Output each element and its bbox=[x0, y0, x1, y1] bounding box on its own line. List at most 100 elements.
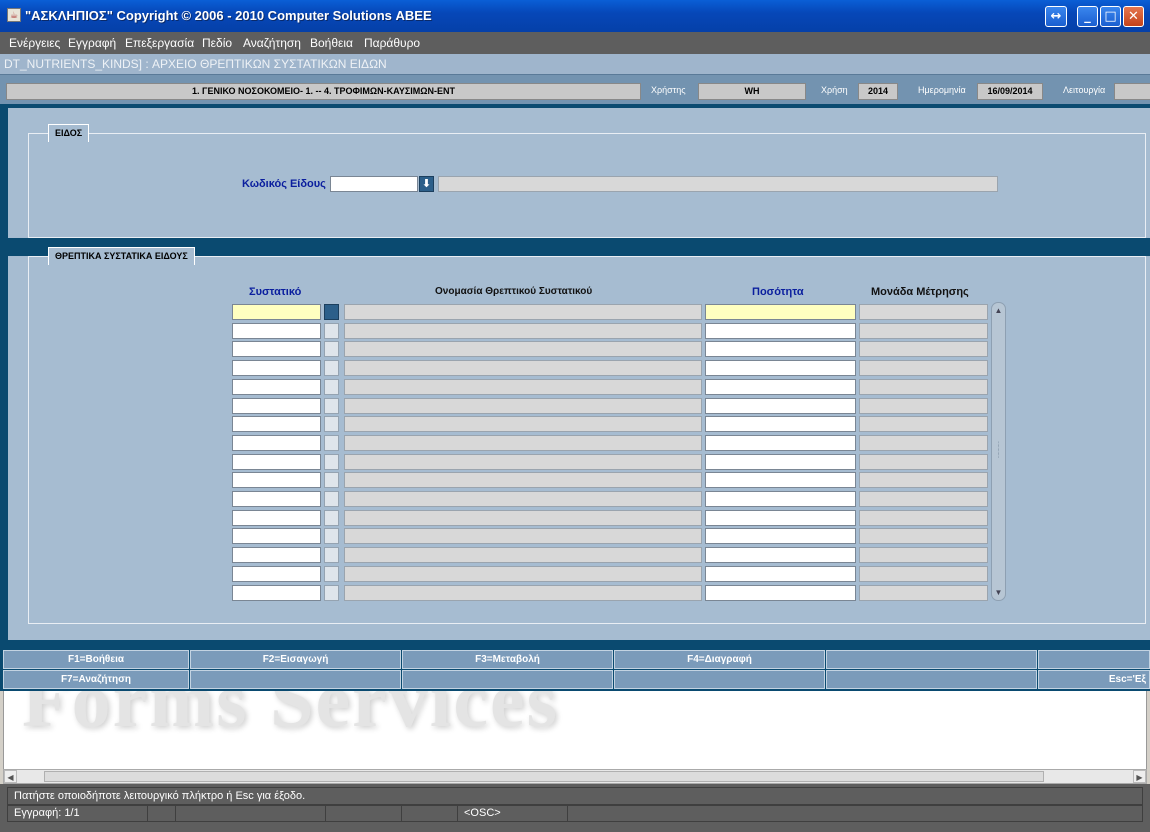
component-input[interactable] bbox=[232, 323, 321, 339]
component-lov-icon[interactable]: ⬇ bbox=[324, 491, 339, 507]
f1-help-button[interactable]: F1=Βοήθεια bbox=[3, 650, 189, 669]
function-key-empty[interactable] bbox=[1038, 650, 1150, 669]
column-quantity: Ποσότητα bbox=[752, 286, 804, 298]
component-lov-icon[interactable]: ⬇ bbox=[324, 360, 339, 376]
horizontal-scrollbar[interactable]: ◀ ▶ bbox=[3, 769, 1147, 784]
quantity-input[interactable] bbox=[705, 416, 856, 432]
component-lov-icon[interactable]: ⬇ bbox=[324, 585, 339, 601]
scroll-thumb[interactable] bbox=[44, 771, 1044, 782]
menu-record[interactable]: Εγγραφή bbox=[68, 36, 116, 50]
function-key-empty[interactable] bbox=[402, 670, 613, 689]
menu-help[interactable]: Βοήθεια bbox=[310, 36, 353, 50]
component-input[interactable] bbox=[232, 360, 321, 376]
item-code-label: Κωδικός Είδους bbox=[242, 178, 326, 190]
nutrient-name-field bbox=[344, 528, 702, 544]
quantity-input[interactable] bbox=[705, 472, 856, 488]
component-lov-icon[interactable]: ⬇ bbox=[324, 566, 339, 582]
nutrient-name-field bbox=[344, 510, 702, 526]
nutrient-name-field bbox=[344, 585, 702, 601]
component-input[interactable] bbox=[232, 304, 321, 320]
quantity-input[interactable] bbox=[705, 398, 856, 414]
form-subtitle: DT_NUTRIENTS_KINDS] : ΑΡΧΕΙΟ ΘΡΕΠΤΙΚΩΝ Σ… bbox=[4, 57, 387, 71]
item-code-input[interactable] bbox=[330, 176, 418, 192]
quantity-input[interactable] bbox=[705, 304, 856, 320]
menu-search[interactable]: Αναζήτηση bbox=[243, 36, 301, 50]
minimize-icon[interactable]: _ bbox=[1077, 6, 1098, 27]
component-input[interactable] bbox=[232, 454, 321, 470]
quantity-input[interactable] bbox=[705, 379, 856, 395]
component-input[interactable] bbox=[232, 547, 321, 563]
component-input[interactable] bbox=[232, 472, 321, 488]
component-lov-icon[interactable]: ⬇ bbox=[324, 510, 339, 526]
quantity-input[interactable] bbox=[705, 323, 856, 339]
scroll-down-icon[interactable]: ▼ bbox=[992, 586, 1005, 599]
f2-insert-button[interactable]: F2=Εισαγωγή bbox=[190, 650, 401, 669]
info-bar: 1. ΓΕΝΙΚΟ ΝΟΣΟΚΟΜΕΙΟ- 1. -- 4. ΤΡΟΦΙΜΩΝ-… bbox=[0, 74, 1150, 104]
background-area: Forms Services bbox=[3, 691, 1147, 769]
f7-search-button[interactable]: F7=Αναζήτηση bbox=[3, 670, 189, 689]
component-lov-icon[interactable]: ⬇ bbox=[324, 341, 339, 357]
component-input[interactable] bbox=[232, 528, 321, 544]
scroll-grip-icon[interactable]: ⁞ ⁞ ⁞ ⁞ bbox=[992, 442, 1005, 460]
component-lov-icon[interactable]: ⬇ bbox=[324, 416, 339, 432]
quantity-input[interactable] bbox=[705, 510, 856, 526]
component-input[interactable] bbox=[232, 585, 321, 601]
function-key-empty[interactable] bbox=[826, 650, 1037, 669]
component-lov-icon[interactable]: ⬇ bbox=[324, 379, 339, 395]
window-title-bar[interactable]: ☕ "ΑΣΚΛΗΠΙΟΣ" Copyright © 2006 - 2010 Co… bbox=[0, 0, 1150, 32]
component-input[interactable] bbox=[232, 341, 321, 357]
quantity-input[interactable] bbox=[705, 491, 856, 507]
record-counter: Εγγραφή: 1/1 bbox=[8, 806, 148, 821]
component-lov-icon[interactable]: ⬇ bbox=[324, 323, 339, 339]
user-field: WH bbox=[698, 83, 806, 100]
function-key-empty[interactable] bbox=[614, 670, 825, 689]
scroll-right-icon[interactable]: ▶ bbox=[1133, 770, 1146, 783]
quantity-input[interactable] bbox=[705, 435, 856, 451]
quantity-input[interactable] bbox=[705, 360, 856, 376]
component-input[interactable] bbox=[232, 379, 321, 395]
component-input[interactable] bbox=[232, 398, 321, 414]
component-lov-icon[interactable]: ⬇ bbox=[324, 454, 339, 470]
component-input[interactable] bbox=[232, 510, 321, 526]
unit-field bbox=[859, 472, 988, 488]
f3-modify-button[interactable]: F3=Μεταβολή bbox=[402, 650, 613, 669]
quantity-input[interactable] bbox=[705, 547, 856, 563]
f4-delete-button[interactable]: F4=Διαγραφή bbox=[614, 650, 825, 669]
status-bar: Πατήστε οποιοδήποτε λειτουργικό πλήκτρο … bbox=[0, 784, 1150, 832]
esc-exit-button[interactable]: Esc='Εξ bbox=[1038, 670, 1150, 689]
menu-edit[interactable]: Επεξεργασία bbox=[125, 36, 194, 50]
menu-actions[interactable]: Ενέργειες bbox=[9, 36, 60, 50]
quantity-input[interactable] bbox=[705, 454, 856, 470]
component-lov-icon[interactable]: ⬇ bbox=[324, 547, 339, 563]
close-icon[interactable]: ✕ bbox=[1123, 6, 1144, 27]
unit-field bbox=[859, 416, 988, 432]
item-code-lov-icon[interactable]: ⬇ bbox=[419, 176, 434, 192]
component-lov-icon[interactable]: ⬇ bbox=[324, 435, 339, 451]
quantity-input[interactable] bbox=[705, 585, 856, 601]
function-key-empty[interactable] bbox=[190, 670, 401, 689]
component-lov-icon[interactable]: ⬇ bbox=[324, 304, 339, 320]
maximize-icon[interactable]: □ bbox=[1100, 6, 1121, 27]
menu-window[interactable]: Παράθυρο bbox=[364, 36, 420, 50]
component-input[interactable] bbox=[232, 416, 321, 432]
grid-vertical-scrollbar[interactable]: ▲ ⁞ ⁞ ⁞ ⁞ ▼ bbox=[991, 302, 1006, 601]
component-lov-icon[interactable]: ⬇ bbox=[324, 528, 339, 544]
resize-arrows-icon[interactable]: ↔ bbox=[1045, 6, 1067, 27]
menu-field[interactable]: Πεδίο bbox=[202, 36, 232, 50]
function-key-empty[interactable] bbox=[826, 670, 1037, 689]
component-lov-icon[interactable]: ⬇ bbox=[324, 398, 339, 414]
nutrient-name-field bbox=[344, 491, 702, 507]
quantity-input[interactable] bbox=[705, 528, 856, 544]
component-input[interactable] bbox=[232, 566, 321, 582]
quantity-input[interactable] bbox=[705, 566, 856, 582]
nutrient-name-field bbox=[344, 454, 702, 470]
nutrient-name-field bbox=[344, 360, 702, 376]
component-input[interactable] bbox=[232, 491, 321, 507]
unit-field bbox=[859, 566, 988, 582]
quantity-input[interactable] bbox=[705, 341, 856, 357]
component-input[interactable] bbox=[232, 435, 321, 451]
status-cell bbox=[148, 806, 176, 821]
scroll-left-icon[interactable]: ◀ bbox=[4, 770, 17, 783]
scroll-up-icon[interactable]: ▲ bbox=[992, 304, 1005, 317]
component-lov-icon[interactable]: ⬇ bbox=[324, 472, 339, 488]
